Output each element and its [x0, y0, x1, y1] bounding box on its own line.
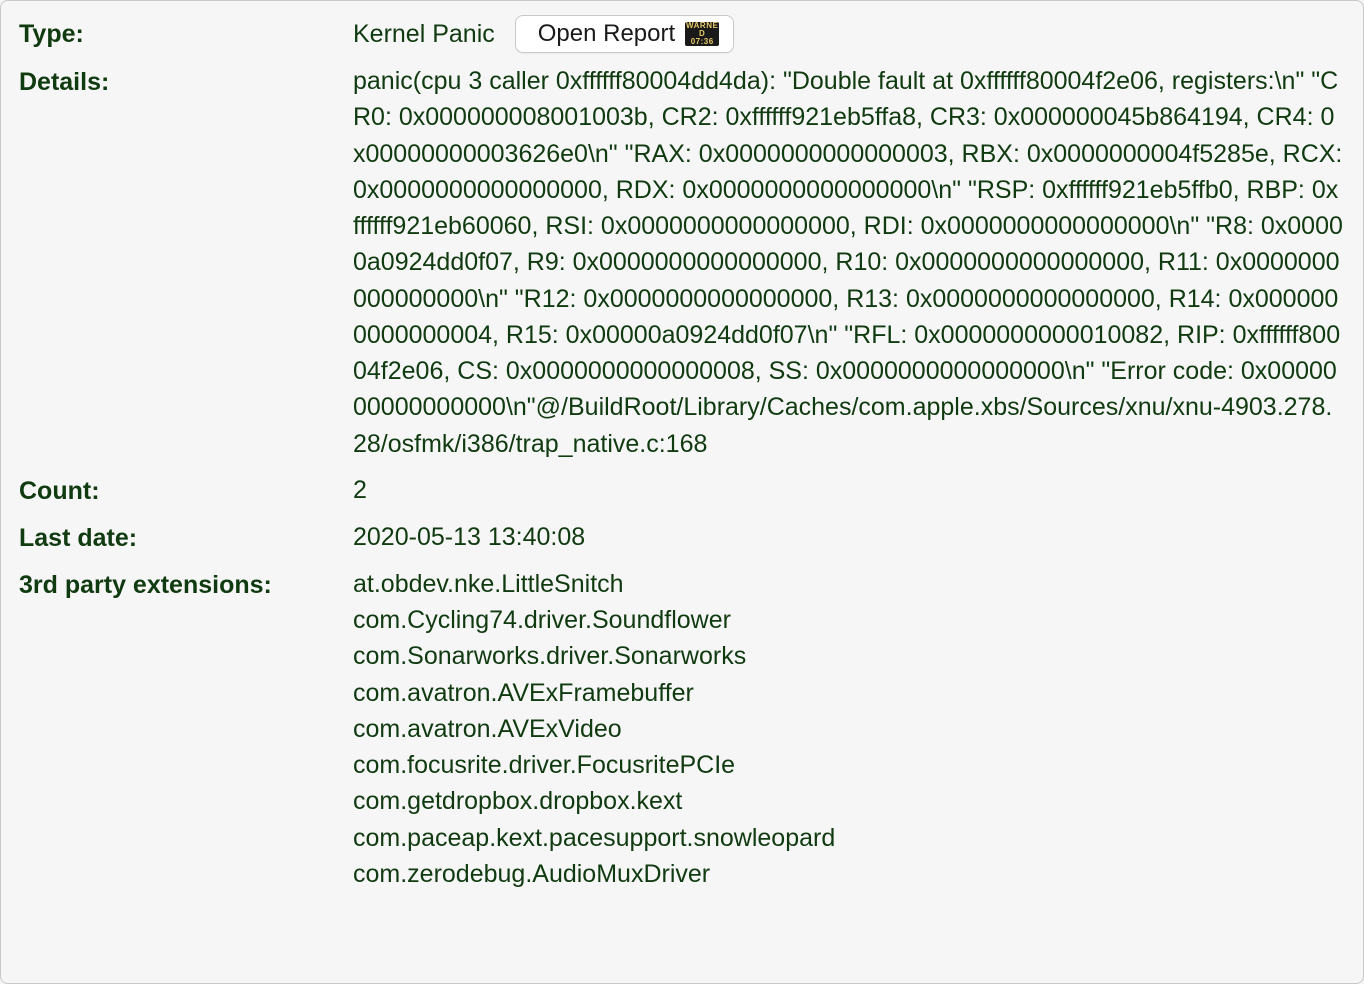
extension-item: com.getdropbox.dropbox.kext — [353, 783, 1345, 819]
open-report-label: Open Report — [538, 20, 675, 48]
report-icon-line1: WARNED — [685, 22, 719, 38]
extension-item: com.zerodebug.AudioMuxDriver — [353, 856, 1345, 892]
extension-item: com.avatron.AVExFramebuffer — [353, 675, 1345, 711]
count-value: 2 — [353, 472, 1345, 508]
type-value-col: Kernel Panic Open Report WARNED 07:36 — [353, 15, 1345, 53]
type-row: Type: Kernel Panic Open Report WARNED 07… — [19, 15, 1345, 53]
extension-item: com.avatron.AVExVideo — [353, 711, 1345, 747]
open-report-button[interactable]: Open Report WARNED 07:36 — [515, 15, 734, 53]
type-value: Kernel Panic — [353, 16, 495, 52]
last-date-row: Last date: 2020-05-13 13:40:08 — [19, 519, 1345, 556]
extensions-value: at.obdev.nke.LittleSnitch com.Cycling74.… — [353, 566, 1345, 892]
extension-item: at.obdev.nke.LittleSnitch — [353, 566, 1345, 602]
extensions-row: 3rd party extensions: at.obdev.nke.Littl… — [19, 566, 1345, 892]
type-label: Type: — [19, 15, 353, 52]
report-icon-line2: 07:36 — [691, 38, 714, 46]
extension-item: com.Sonarworks.driver.Sonarworks — [353, 638, 1345, 674]
report-icon: WARNED 07:36 — [685, 22, 719, 46]
details-row: Details: panic(cpu 3 caller 0xffffff8000… — [19, 63, 1345, 462]
extension-item: com.paceap.kext.pacesupport.snowleopard — [353, 820, 1345, 856]
crash-report-panel: Type: Kernel Panic Open Report WARNED 07… — [0, 0, 1364, 984]
details-value: panic(cpu 3 caller 0xffffff80004dd4da): … — [353, 63, 1345, 462]
extensions-label: 3rd party extensions: — [19, 566, 353, 603]
extension-item: com.Cycling74.driver.Soundflower — [353, 602, 1345, 638]
last-date-value: 2020-05-13 13:40:08 — [353, 519, 1345, 555]
extension-item: com.focusrite.driver.FocusritePCIe — [353, 747, 1345, 783]
extensions-list: at.obdev.nke.LittleSnitch com.Cycling74.… — [353, 566, 1345, 892]
count-label: Count: — [19, 472, 353, 509]
count-row: Count: 2 — [19, 472, 1345, 509]
last-date-label: Last date: — [19, 519, 353, 556]
details-label: Details: — [19, 63, 353, 100]
